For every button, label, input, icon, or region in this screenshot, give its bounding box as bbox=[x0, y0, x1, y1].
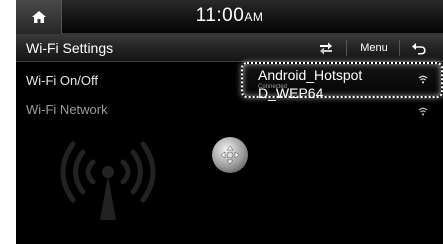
clock-ampm: AM bbox=[244, 10, 264, 24]
status-bar: 11:00AM bbox=[16, 0, 443, 34]
back-arrow-icon bbox=[412, 43, 426, 55]
wifi-signal-icon bbox=[418, 75, 428, 84]
clock: 11:00AM bbox=[16, 5, 443, 27]
title-bar-divider bbox=[346, 40, 347, 56]
swap-button[interactable] bbox=[312, 37, 340, 59]
title-bar: Wi-Fi Settings Menu bbox=[16, 34, 443, 62]
wifi-signal-icon bbox=[418, 107, 428, 116]
page-title: Wi-Fi Settings bbox=[26, 40, 114, 56]
wifi-network-item[interactable]: Wi-Fi Network bbox=[26, 102, 108, 117]
head-unit-screen: 11:00AM Wi-Fi Settings Menu Wi-Fi On/Off… bbox=[16, 0, 443, 244]
clock-time: 11:00 bbox=[195, 5, 245, 26]
wifi-on-off-item[interactable]: Wi-Fi On/Off bbox=[26, 73, 98, 88]
back-button[interactable] bbox=[404, 37, 434, 59]
network-name: D_WEP64 bbox=[258, 85, 324, 101]
network-name: Android_Hotspot bbox=[258, 67, 363, 83]
menu-button[interactable]: Menu bbox=[352, 37, 396, 59]
direction-arrows-icon bbox=[220, 145, 240, 165]
network-item-d-wep64[interactable]: D_WEP64 bbox=[244, 85, 439, 118]
jog-dial-button[interactable] bbox=[212, 137, 248, 173]
swap-arrows-icon bbox=[320, 42, 332, 55]
wifi-antenna-icon bbox=[60, 141, 156, 220]
title-bar-divider bbox=[399, 40, 400, 56]
